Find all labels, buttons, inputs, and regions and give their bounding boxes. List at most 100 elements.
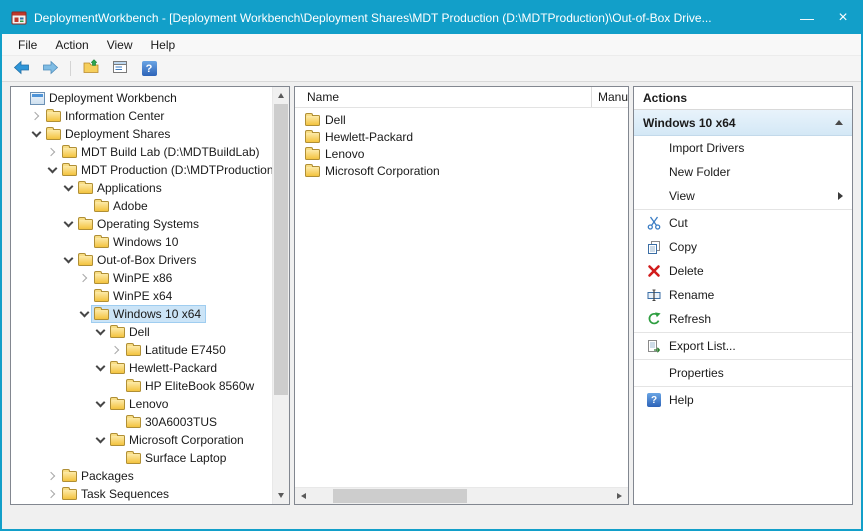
tree-item[interactable]: Windows 10 bbox=[11, 233, 272, 251]
list-item[interactable]: Hewlett-Packard bbox=[295, 128, 628, 145]
list-pane: Name Manu DellHewlett-PackardLenovo Micro… bbox=[294, 86, 629, 505]
tree-item-label: Deployment Shares bbox=[65, 127, 170, 141]
tree-item[interactable]: Applications bbox=[11, 179, 272, 197]
chevron-collapsed-icon[interactable] bbox=[45, 145, 59, 159]
scrollbar-thumb[interactable] bbox=[333, 489, 468, 503]
action-item-view[interactable]: View bbox=[634, 184, 852, 208]
action-item-copy[interactable]: Copy bbox=[634, 235, 852, 259]
folder-icon bbox=[110, 435, 125, 446]
tree-item-label: Operating Systems bbox=[97, 217, 199, 231]
scroll-right-button[interactable] bbox=[611, 488, 628, 504]
menu-item-help[interactable]: Help bbox=[142, 38, 185, 52]
menu-item-file[interactable]: File bbox=[9, 38, 46, 52]
tree-item-label: Packages bbox=[81, 469, 134, 483]
chevron-expanded-icon[interactable] bbox=[45, 163, 59, 177]
list-item[interactable]: Microsoft Corporation bbox=[295, 162, 628, 179]
tree-item-content: MDT Production (D:\MDTProduction) bbox=[59, 161, 272, 179]
tree-item[interactable]: 30A6003TUS bbox=[11, 413, 272, 431]
chevron-collapsed-icon[interactable] bbox=[45, 487, 59, 501]
tree-item[interactable]: Microsoft Corporation bbox=[11, 431, 272, 449]
tree-item[interactable]: Adobe bbox=[11, 197, 272, 215]
action-item-new-folder[interactable]: New Folder bbox=[634, 160, 852, 184]
chevron-spacer bbox=[109, 451, 123, 465]
chevron-expanded-icon[interactable] bbox=[61, 253, 75, 267]
chevron-expanded-icon[interactable] bbox=[93, 433, 107, 447]
export-list-button[interactable] bbox=[109, 59, 131, 79]
back-button[interactable] bbox=[10, 59, 32, 79]
action-item-export-list[interactable]: Export List... bbox=[634, 334, 852, 358]
chevron-expanded-icon[interactable] bbox=[93, 397, 107, 411]
tree-item[interactable]: MDT Production (D:\MDTProduction) bbox=[11, 161, 272, 179]
collapse-chevron-icon[interactable] bbox=[835, 120, 843, 125]
tree-item[interactable]: Lenovo bbox=[11, 395, 272, 413]
chevron-expanded-icon[interactable] bbox=[29, 127, 43, 141]
tree-item-label: Latitude E7450 bbox=[145, 343, 226, 357]
chevron-expanded-icon[interactable] bbox=[93, 325, 107, 339]
action-item-label: Cut bbox=[669, 216, 688, 230]
chevron-expanded-icon[interactable] bbox=[61, 217, 75, 231]
menu-item-view[interactable]: View bbox=[98, 38, 142, 52]
tree-vertical-scrollbar[interactable] bbox=[272, 87, 289, 504]
folder-icon bbox=[126, 381, 141, 392]
close-button[interactable]: × bbox=[825, 2, 861, 34]
action-item-delete[interactable]: Delete bbox=[634, 259, 852, 283]
actions-group-header[interactable]: Windows 10 x64 bbox=[634, 110, 852, 136]
tree-item[interactable]: Out-of-Box Drivers bbox=[11, 251, 272, 269]
folder-icon bbox=[94, 273, 109, 284]
action-item-import-drivers[interactable]: Import Drivers bbox=[634, 136, 852, 160]
tree-item-label: Windows 10 x64 bbox=[113, 307, 201, 321]
scrollbar-track[interactable] bbox=[312, 488, 611, 504]
scroll-down-button[interactable] bbox=[273, 487, 289, 504]
minimize-button[interactable]: — bbox=[789, 2, 825, 34]
column-header-manufacturer[interactable]: Manu bbox=[592, 87, 628, 107]
column-header-name[interactable]: Name bbox=[295, 87, 592, 107]
chevron-collapsed-icon[interactable] bbox=[77, 271, 91, 285]
menu-item-action[interactable]: Action bbox=[46, 38, 97, 52]
up-one-level-button[interactable] bbox=[80, 59, 102, 79]
folder-icon bbox=[126, 345, 141, 356]
scrollbar-track[interactable] bbox=[273, 104, 289, 487]
action-item-help[interactable]: ?Help bbox=[634, 388, 852, 412]
action-item-refresh[interactable]: Refresh bbox=[634, 307, 852, 331]
chevron-collapsed-icon[interactable] bbox=[45, 469, 59, 483]
tree-item[interactable]: Surface Laptop bbox=[11, 449, 272, 467]
list-item[interactable]: Lenovo bbox=[295, 145, 628, 162]
tree-item-content: Information Center bbox=[43, 107, 169, 125]
tree-item[interactable]: Hewlett-Packard bbox=[11, 359, 272, 377]
list-item[interactable]: Dell bbox=[295, 111, 628, 128]
toolbar-separator bbox=[70, 61, 71, 76]
triangle-up-icon bbox=[278, 93, 284, 98]
tree-item[interactable]: Deployment Shares bbox=[11, 125, 272, 143]
tree-item-label: HP EliteBook 8560w bbox=[145, 379, 254, 393]
mmc-app-icon bbox=[11, 10, 27, 26]
chevron-spacer bbox=[109, 415, 123, 429]
action-item-cut[interactable]: Cut bbox=[634, 211, 852, 235]
tree-item[interactable]: HP EliteBook 8560w bbox=[11, 377, 272, 395]
tree-item[interactable]: Windows 10 x64 bbox=[11, 305, 272, 323]
tree-item[interactable]: WinPE x86 bbox=[11, 269, 272, 287]
action-item-rename[interactable]: Rename bbox=[634, 283, 852, 307]
tree-item[interactable]: WinPE x64 bbox=[11, 287, 272, 305]
action-item-properties[interactable]: Properties bbox=[634, 361, 852, 385]
list-item-label: Microsoft Corporation bbox=[325, 164, 440, 178]
list-window-icon bbox=[112, 59, 128, 78]
chevron-expanded-icon[interactable] bbox=[77, 307, 91, 321]
tree-item[interactable]: Information Center bbox=[11, 107, 272, 125]
chevron-collapsed-icon[interactable] bbox=[109, 343, 123, 357]
scroll-up-button[interactable] bbox=[273, 87, 289, 104]
help-button[interactable]: ? bbox=[138, 59, 160, 79]
tree-item[interactable]: Task Sequences bbox=[11, 485, 272, 503]
tree-item[interactable]: Dell bbox=[11, 323, 272, 341]
chevron-expanded-icon[interactable] bbox=[93, 361, 107, 375]
scrollbar-thumb[interactable] bbox=[274, 104, 288, 395]
scroll-left-button[interactable] bbox=[295, 488, 312, 504]
tree-item[interactable]: MDT Build Lab (D:\MDTBuildLab) bbox=[11, 143, 272, 161]
chevron-expanded-icon[interactable] bbox=[61, 181, 75, 195]
tree-item[interactable]: Latitude E7450 bbox=[11, 341, 272, 359]
chevron-collapsed-icon[interactable] bbox=[29, 109, 43, 123]
tree-item[interactable]: Deployment Workbench bbox=[11, 89, 272, 107]
tree-item[interactable]: Packages bbox=[11, 467, 272, 485]
tree-item[interactable]: Operating Systems bbox=[11, 215, 272, 233]
list-horizontal-scrollbar[interactable] bbox=[295, 487, 628, 504]
forward-button[interactable] bbox=[39, 59, 61, 79]
